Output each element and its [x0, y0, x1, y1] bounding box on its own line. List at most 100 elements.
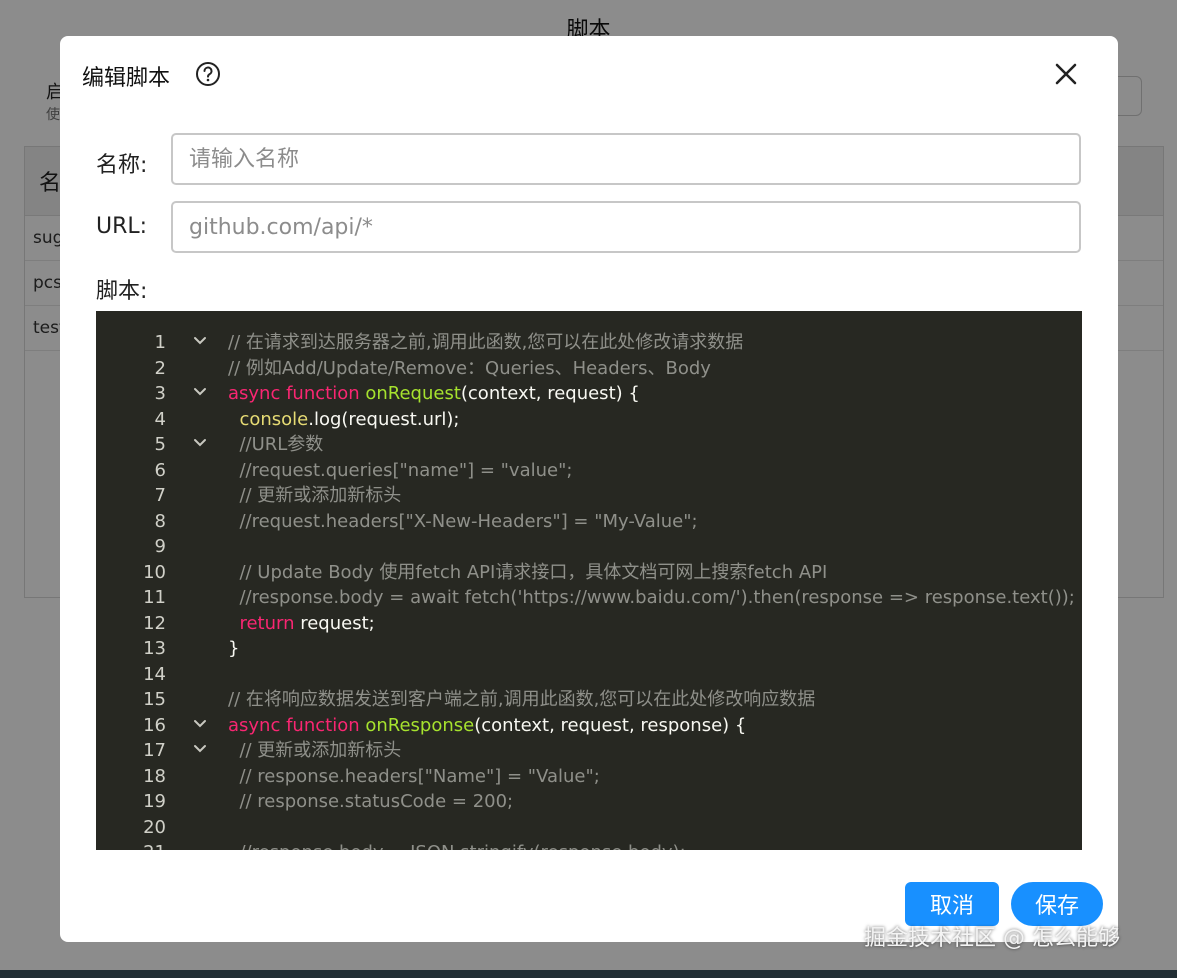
script-label: 脚本:: [96, 279, 148, 304]
code-line[interactable]: 12 return request;: [96, 611, 1082, 636]
code-line[interactable]: 19 // response.statusCode = 200;: [96, 789, 1082, 814]
code-line[interactable]: 9: [96, 534, 1082, 559]
code-token: onResponse: [365, 714, 475, 736]
code-token: request;: [294, 612, 375, 634]
code-line[interactable]: 11 //response.body = await fetch('https:…: [96, 585, 1082, 610]
code-text: // 更新或添加新标头: [228, 738, 401, 763]
code-line[interactable]: 8 //request.headers["X-New-Headers"] = "…: [96, 509, 1082, 534]
code-token: return: [239, 612, 295, 634]
code-token: }: [228, 638, 240, 659]
line-number: 8: [154, 510, 166, 532]
code-token: (context, request) {: [460, 383, 640, 404]
line-number: 1: [154, 332, 166, 353]
code-text: async function onResponse(context, reque…: [228, 713, 746, 738]
code-line[interactable]: 18 // response.headers["Name"] = "Value"…: [96, 764, 1082, 789]
name-input[interactable]: [171, 133, 1081, 185]
code-token: // 更新或添加新标头: [228, 485, 402, 506]
code-line[interactable]: 3 async function onRequest(context, reque…: [96, 381, 1082, 406]
line-number: 21: [116, 840, 166, 850]
code-line[interactable]: 21 //response.body = JSON.stringify(resp…: [96, 840, 1082, 850]
code-text: //response.body = await fetch('https://w…: [228, 585, 1075, 610]
fold-chevron-icon[interactable]: [192, 713, 208, 738]
code-text: //URL参数: [228, 432, 323, 457]
code-text: }: [228, 636, 239, 661]
code-token: //response.body = JSON.stringify(respons…: [228, 842, 685, 850]
code-token: // Update Body 使用fetch API请求接口，具体文档可网上搜索…: [228, 561, 828, 583]
code-line[interactable]: 7 // 更新或添加新标头: [96, 483, 1082, 508]
fold-chevron-icon[interactable]: [192, 432, 208, 457]
line-number: 7: [154, 485, 166, 506]
fold-chevron-icon[interactable]: [192, 738, 208, 763]
help-icon[interactable]: [195, 61, 221, 87]
dialog-title: 编辑脚本: [82, 66, 171, 91]
code-token: onRequest: [365, 383, 461, 404]
url-input[interactable]: [171, 201, 1081, 253]
code-line[interactable]: 13}: [96, 636, 1082, 661]
line-number: 3: [154, 383, 166, 404]
fold-chevron-icon[interactable]: [192, 381, 208, 406]
line-number: 19: [143, 791, 166, 812]
close-icon[interactable]: [1050, 58, 1082, 90]
line-number: 6: [154, 459, 166, 481]
code-text: // 更新或添加新标头: [228, 483, 401, 508]
code-token: //response.body = await fetch('https://w…: [228, 587, 1075, 608]
code-token: console: [239, 408, 309, 430]
line-number: 14: [143, 663, 166, 685]
edit-script-dialog: 编辑脚本 名称: URL: 脚本: 1 // 在请求到达服务器之前,调用此函数,您…: [60, 36, 1118, 942]
code-text: //response.body = JSON.stringify(respons…: [228, 840, 685, 850]
line-number: 16: [143, 714, 166, 736]
code-text: // response.headers["Name"] = "Value";: [228, 764, 600, 789]
code-token: // response.statusCode = 200;: [228, 791, 514, 812]
code-line[interactable]: 6 //request.queries["name"] = "value";: [96, 458, 1082, 483]
code-line[interactable]: 2 // 例如Add/Update/Remove：Queries、Headers、…: [96, 356, 1082, 381]
line-number: 15: [143, 689, 166, 710]
code-text: async function onRequest(context, reques…: [228, 381, 640, 406]
code-token: // 更新或添加新标头: [228, 740, 402, 761]
code-token: // 在请求到达服务器之前,调用此函数,您可以在此处修改请求数据: [228, 332, 744, 353]
code-token: //request.queries["name"] = "value";: [228, 459, 573, 481]
code-text: //request.queries["name"] = "value";: [228, 458, 572, 483]
watermark: 掘金技术社区 @ 怎么能够: [864, 926, 1120, 951]
code-token: async function: [228, 383, 366, 404]
code-text: // 例如Add/Update/Remove：Queries、Headers、B…: [228, 356, 711, 381]
url-label: URL:: [96, 214, 148, 239]
code-line[interactable]: 20: [96, 815, 1082, 840]
code-text: //request.headers["X-New-Headers"] = "My…: [228, 509, 698, 534]
code-token: (context, request, response) {: [474, 714, 747, 736]
line-number: 5: [154, 434, 166, 455]
code-line[interactable]: 15 // 在将响应数据发送到客户端之前,调用此函数,您可以在此处修改响应数据: [96, 687, 1082, 712]
code-editor[interactable]: 1 // 在请求到达服务器之前,调用此函数,您可以在此处修改请求数据 2 // 例如A…: [96, 311, 1082, 850]
code-token: async function: [228, 714, 366, 736]
code-line[interactable]: 16 async function onResponse(context, req…: [96, 713, 1082, 738]
line-number: 13: [143, 638, 166, 659]
code-token: // response.headers["Name"] = "Value";: [228, 765, 600, 787]
code-text: // 在将响应数据发送到客户端之前,调用此函数,您可以在此处修改响应数据: [228, 687, 815, 712]
code-line[interactable]: 17 // 更新或添加新标头: [96, 738, 1082, 763]
line-number: 10: [143, 561, 166, 583]
code-token: // 例如Add/Update/Remove：Queries、Headers、B…: [228, 357, 711, 379]
code-line[interactable]: 5 //URL参数: [96, 432, 1082, 457]
line-number: 9: [154, 536, 166, 557]
code-text: // 在请求到达服务器之前,调用此函数,您可以在此处修改请求数据: [228, 330, 743, 355]
line-number: 11: [143, 587, 166, 608]
line-number: 17: [143, 740, 166, 761]
code-token: // 在将响应数据发送到客户端之前,调用此函数,您可以在此处修改响应数据: [228, 689, 816, 710]
code-token: .log(request.url);: [308, 408, 460, 430]
code-line[interactable]: 1 // 在请求到达服务器之前,调用此函数,您可以在此处修改请求数据: [96, 330, 1082, 355]
code-line[interactable]: 10 // Update Body 使用fetch API请求接口，具体文档可网…: [96, 560, 1082, 585]
code-text: // response.statusCode = 200;: [228, 789, 513, 814]
name-label: 名称:: [96, 153, 148, 178]
code-line[interactable]: 14: [96, 662, 1082, 687]
code-token: //URL参数: [228, 434, 324, 455]
line-number: 20: [143, 816, 166, 838]
line-number: 12: [143, 612, 166, 634]
code-text: return request;: [228, 611, 375, 636]
code-text: // Update Body 使用fetch API请求接口，具体文档可网上搜索…: [228, 560, 827, 585]
line-number: 2: [154, 357, 166, 379]
code-token: //request.headers["X-New-Headers"] = "My…: [228, 510, 698, 532]
line-number: 4: [154, 408, 166, 430]
code-line[interactable]: 4 console.log(request.url);: [96, 407, 1082, 432]
fold-chevron-icon[interactable]: [192, 330, 208, 355]
